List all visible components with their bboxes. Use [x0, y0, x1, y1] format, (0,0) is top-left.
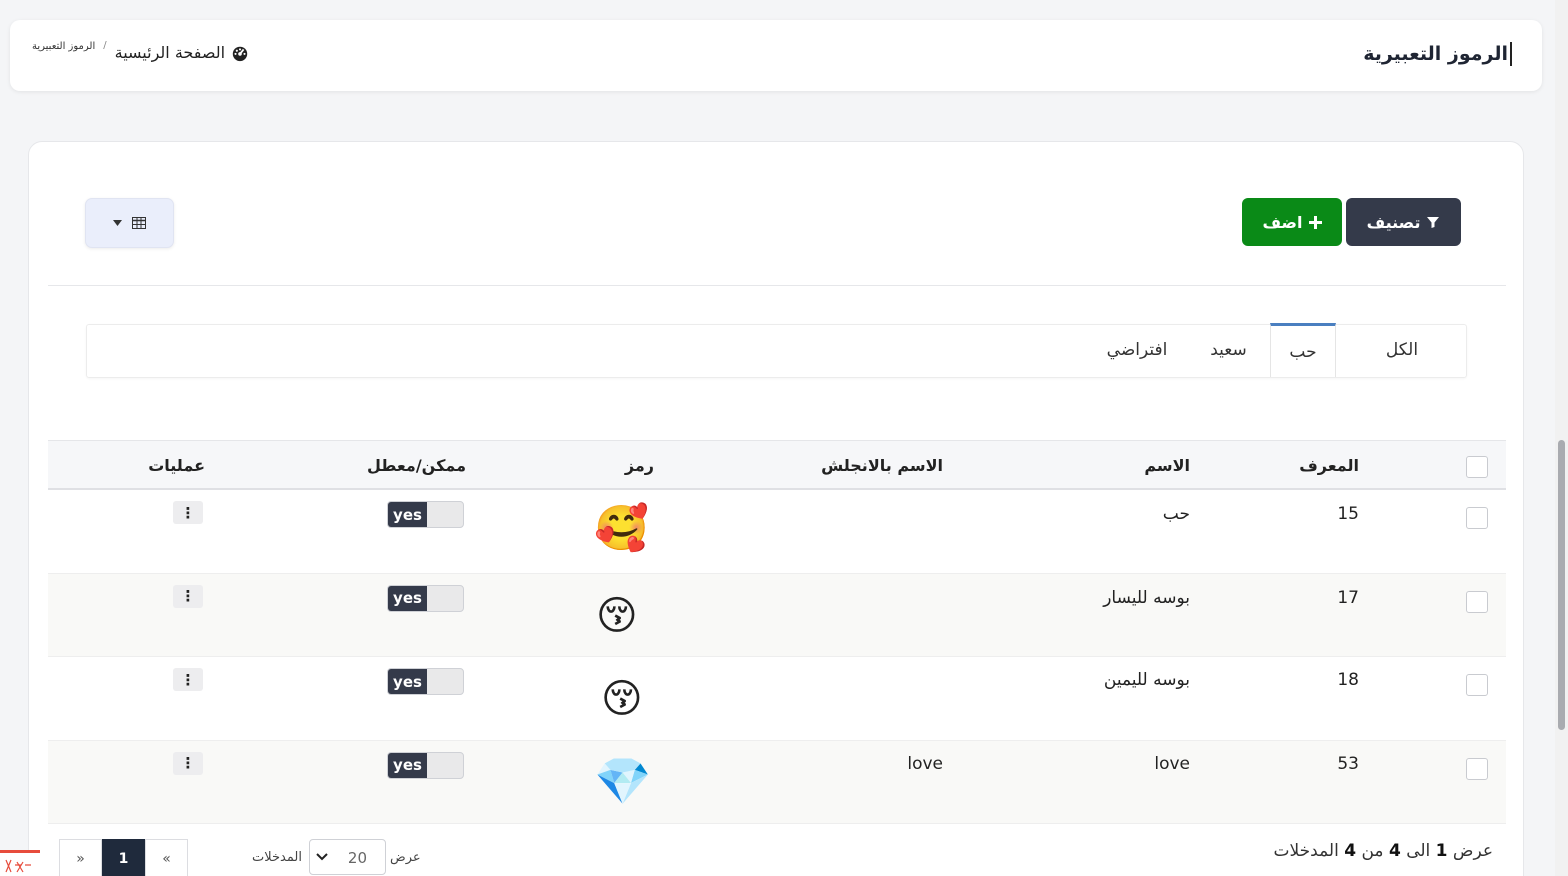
emoji-symbol: 😚: [601, 676, 643, 722]
info-total: 4: [1344, 841, 1357, 861]
info-to: 4: [1388, 841, 1401, 861]
toolbar-divider: [48, 285, 1506, 286]
caret-down-icon: [113, 220, 122, 226]
pager-next-button[interactable]: »: [59, 839, 102, 876]
vertical-scrollbar[interactable]: [1555, 0, 1568, 876]
info-of-word: من: [1361, 841, 1384, 861]
pagination: » 1 «: [59, 839, 188, 876]
emoji-table: المعرف الاسم الاسم بالانجلش رمز ممكن/معط…: [48, 440, 1506, 824]
select-all-checkbox[interactable]: [1466, 456, 1488, 478]
table-icon: [132, 217, 146, 229]
info-prefix: عرض: [1452, 841, 1493, 861]
tab-default[interactable]: افتراضي: [1087, 323, 1187, 377]
breadcrumb-current: الرموز التعبيرية: [32, 41, 96, 52]
pager-prev-button[interactable]: «: [145, 839, 188, 876]
row-name: بوسه لليمين: [1103, 670, 1190, 690]
row-id: 53: [1337, 753, 1359, 774]
filter-icon: [1427, 217, 1440, 228]
column-header-name[interactable]: الاسم: [1144, 456, 1190, 475]
row-name: love: [1154, 753, 1190, 774]
plus-icon: [1308, 215, 1322, 229]
row-actions-menu-icon[interactable]: ⋮: [173, 501, 203, 524]
add-button-label: اضف: [1262, 212, 1303, 232]
table-header: المعرف الاسم الاسم بالانجلش رمز ممكن/معط…: [48, 440, 1506, 490]
page-title: الرموز التعبيرية: [1363, 42, 1512, 66]
category-tabs: الكل حب سعيد افتراضي: [86, 323, 1468, 378]
breadcrumb-home-label: الصفحة الرئيسية: [114, 43, 226, 62]
tab-all[interactable]: الكل: [1336, 323, 1468, 377]
length-entries-label: المدخلات: [252, 850, 302, 865]
row-checkbox[interactable]: [1466, 674, 1488, 696]
corner-logo-icon: [0, 850, 40, 876]
column-header-symbol[interactable]: رمز: [625, 456, 654, 475]
chevron-down-icon: [316, 853, 328, 861]
row-checkbox[interactable]: [1466, 757, 1488, 780]
tab-love[interactable]: حب: [1270, 323, 1336, 377]
page-header: الرموز التعبيرية الصفحة الرئيسية / الرمو…: [10, 20, 1542, 91]
row-actions-menu-icon[interactable]: ⋮: [173, 668, 203, 691]
tab-label: الكل: [1385, 340, 1419, 360]
dashboard-gauge-icon: [232, 46, 248, 61]
page-length-value: 20: [347, 849, 367, 867]
row-name: بوسه لليسار: [1103, 587, 1190, 608]
row-name: حب: [1162, 504, 1190, 524]
column-header-actions: عمليات: [148, 456, 205, 475]
breadcrumb-separator: /: [103, 40, 107, 51]
toggle-on-label: yes: [388, 502, 427, 527]
enabled-toggle[interactable]: yes: [387, 584, 464, 612]
toggle-on-label: yes: [388, 669, 427, 694]
toggle-on-label: yes: [388, 752, 427, 778]
column-header-id[interactable]: المعرف: [1299, 456, 1359, 475]
row-checkbox[interactable]: [1466, 590, 1488, 613]
page-length-select[interactable]: 20: [309, 839, 386, 875]
table-row: 17 بوسه لليسار 😚 yes ⋮: [48, 573, 1506, 657]
tab-happy[interactable]: سعيد: [1187, 323, 1270, 377]
row-id: 18: [1337, 670, 1359, 690]
filter-button[interactable]: تصنيف: [1346, 198, 1461, 246]
row-actions-menu-icon[interactable]: ⋮: [173, 584, 203, 608]
tab-label: حب: [1289, 341, 1317, 362]
add-button[interactable]: اضف: [1242, 198, 1342, 246]
row-id: 15: [1337, 504, 1359, 524]
main-card: تصنيف اضف الكل حب سعيد افتراضي المعرف ال…: [28, 141, 1524, 876]
scrollbar-thumb[interactable]: [1558, 440, 1565, 730]
enabled-toggle[interactable]: yes: [387, 501, 464, 528]
enabled-toggle[interactable]: yes: [387, 751, 464, 779]
column-header-enabled[interactable]: ممكن/معطل: [367, 456, 466, 475]
emoji-symbol: 💎: [594, 753, 652, 808]
row-checkbox[interactable]: [1466, 507, 1488, 529]
enabled-toggle[interactable]: yes: [387, 668, 464, 695]
row-name-en: love: [907, 753, 943, 774]
table-row: 15 حب 🥰 yes ⋮: [48, 490, 1506, 574]
breadcrumb: الصفحة الرئيسية / الرموز التعبيرية: [32, 40, 249, 68]
table-info: عرض 1 الى 4 من 4 المدخلات: [1274, 841, 1493, 861]
table-row: 18 بوسه لليمين 😚 yes ⋮: [48, 657, 1506, 741]
table-row: 53 love love 💎 yes ⋮: [48, 740, 1506, 824]
info-to-word: الى: [1406, 841, 1431, 861]
pager-page-1[interactable]: 1: [102, 839, 145, 876]
info-suffix: المدخلات: [1273, 841, 1339, 861]
page-length: عرض 20 المدخلات: [252, 839, 422, 875]
toggle-on-label: yes: [388, 585, 427, 611]
column-header-name-en[interactable]: الاسم بالانجلش: [821, 456, 943, 475]
length-show-label: عرض: [390, 850, 421, 865]
tab-label: افتراضي: [1106, 340, 1168, 360]
breadcrumb-home-link[interactable]: الصفحة الرئيسية: [115, 43, 249, 62]
emoji-symbol: 😚: [596, 592, 638, 639]
column-view-dropdown[interactable]: [85, 198, 174, 248]
row-actions-menu-icon[interactable]: ⋮: [173, 751, 203, 775]
filter-button-label: تصنيف: [1366, 212, 1421, 232]
emoji-symbol: 🥰: [594, 503, 649, 554]
info-from: 1: [1435, 841, 1448, 861]
row-id: 17: [1337, 587, 1359, 608]
tab-label: سعيد: [1210, 340, 1247, 360]
